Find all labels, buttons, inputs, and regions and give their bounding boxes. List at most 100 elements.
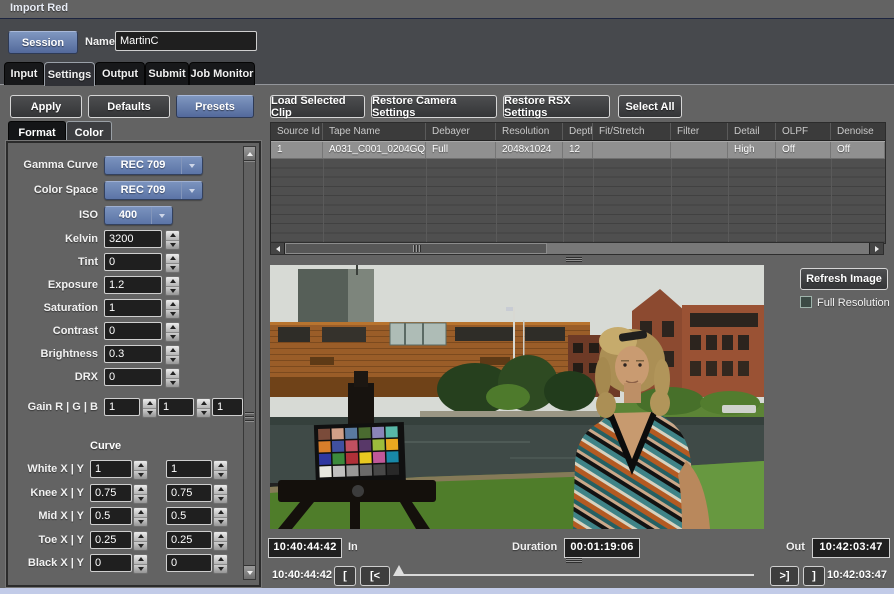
mid-y-stepper[interactable] — [213, 507, 228, 527]
gain-r-stepper[interactable] — [142, 398, 157, 418]
stepper-down-icon[interactable] — [214, 564, 227, 574]
stepper-up-icon[interactable] — [166, 369, 179, 378]
column-header[interactable]: Tape Name — [323, 123, 426, 140]
gain-b-input[interactable] — [212, 398, 243, 416]
stepper-up-icon[interactable] — [166, 231, 179, 240]
mark-in-button[interactable]: [ — [334, 566, 356, 586]
black-x-stepper[interactable] — [133, 554, 148, 574]
exposure-stepper[interactable] — [165, 276, 180, 296]
stepper-down-icon[interactable] — [214, 517, 227, 527]
in-timecode-field[interactable]: 10:40:44:42 — [268, 538, 342, 558]
gain-g-input[interactable] — [158, 398, 194, 416]
scrollbar-thumb[interactable] — [244, 161, 255, 567]
white-x-input[interactable] — [90, 460, 132, 478]
stepper-down-icon[interactable] — [214, 470, 227, 480]
color-space-dropdown[interactable]: REC 709 — [104, 181, 203, 200]
splitter-grip[interactable] — [566, 257, 582, 262]
defaults-button[interactable]: Defaults — [88, 95, 170, 118]
stepper-up-icon[interactable] — [166, 323, 179, 332]
mark-out-button[interactable]: ] — [803, 566, 825, 586]
stepper-down-icon[interactable] — [166, 263, 179, 273]
mid-x-input[interactable] — [90, 507, 132, 525]
stepper-up-icon[interactable] — [214, 532, 227, 541]
stepper-up-icon[interactable] — [143, 399, 156, 408]
session-button[interactable]: Session — [8, 31, 78, 54]
table-row-selected[interactable]: 1 A031_C001_0204GQ Full 2048x1024 12 Hig… — [271, 141, 885, 159]
stepper-down-icon[interactable] — [134, 564, 147, 574]
stepper-up-icon[interactable] — [214, 461, 227, 470]
playhead[interactable] — [393, 565, 405, 576]
panel-scrollbar[interactable] — [243, 146, 256, 580]
saturation-stepper[interactable] — [165, 299, 180, 319]
stepper-down-icon[interactable] — [166, 355, 179, 365]
stepper-down-icon[interactable] — [166, 378, 179, 388]
stepper-down-icon[interactable] — [134, 494, 147, 504]
chevron-down-icon[interactable] — [181, 157, 202, 174]
exposure-input[interactable] — [104, 276, 162, 294]
stepper-down-icon[interactable] — [134, 541, 147, 551]
knee-x-stepper[interactable] — [133, 484, 148, 504]
load-selected-clip-button[interactable]: Load Selected Clip — [270, 95, 365, 118]
stepper-up-icon[interactable] — [134, 532, 147, 541]
tab-job-monitor[interactable]: Job Monitor — [189, 62, 255, 85]
stepper-down-icon[interactable] — [143, 408, 156, 418]
session-name-input[interactable] — [115, 31, 257, 51]
stepper-up-icon[interactable] — [134, 508, 147, 517]
tab-input[interactable]: Input — [4, 62, 44, 85]
toe-x-input[interactable] — [90, 531, 132, 549]
hscrollbar-thumb[interactable] — [285, 243, 547, 254]
stepper-up-icon[interactable] — [134, 485, 147, 494]
black-y-input[interactable] — [166, 554, 212, 572]
restore-camera-settings-button[interactable]: Restore Camera Settings — [371, 95, 497, 118]
stepper-up-icon[interactable] — [166, 277, 179, 286]
iso-dropdown[interactable]: 400 — [104, 206, 173, 225]
tint-stepper[interactable] — [165, 253, 180, 273]
gain-g-stepper[interactable] — [196, 398, 211, 418]
scroll-down-icon[interactable] — [244, 565, 255, 579]
column-header[interactable]: Filter — [671, 123, 728, 140]
tab-settings[interactable]: Settings — [44, 62, 95, 86]
tab-format[interactable]: Format — [8, 121, 66, 143]
black-x-input[interactable] — [90, 554, 132, 572]
contrast-stepper[interactable] — [165, 322, 180, 342]
kelvin-input[interactable] — [104, 230, 162, 248]
black-y-stepper[interactable] — [213, 554, 228, 574]
tint-input[interactable] — [104, 253, 162, 271]
stepper-up-icon[interactable] — [166, 300, 179, 309]
tab-color[interactable]: Color — [66, 121, 112, 143]
scroll-left-icon[interactable] — [271, 243, 285, 254]
knee-y-input[interactable] — [166, 484, 212, 502]
table-hscrollbar[interactable] — [270, 242, 884, 255]
mid-y-input[interactable] — [166, 507, 212, 525]
restore-rsx-settings-button[interactable]: Restore RSX Settings — [503, 95, 610, 118]
white-y-input[interactable] — [166, 460, 212, 478]
white-x-stepper[interactable] — [133, 460, 148, 480]
stepper-down-icon[interactable] — [214, 494, 227, 504]
select-all-button[interactable]: Select All — [618, 95, 682, 118]
go-to-in-button[interactable]: [< — [360, 566, 390, 586]
title-bar[interactable]: Import Red — [0, 0, 894, 19]
timeline-slider[interactable] — [398, 574, 754, 576]
go-to-out-button[interactable]: >] — [770, 566, 799, 586]
stepper-up-icon[interactable] — [166, 254, 179, 263]
full-resolution-checkbox[interactable] — [800, 296, 812, 308]
stepper-up-icon[interactable] — [134, 555, 147, 564]
stepper-down-icon[interactable] — [166, 309, 179, 319]
column-header[interactable]: OLPF — [776, 123, 831, 140]
column-header[interactable]: Denoise — [831, 123, 885, 140]
column-header[interactable]: Resolution — [496, 123, 563, 140]
gain-r-input[interactable] — [104, 398, 140, 416]
column-header[interactable]: Depth — [563, 123, 593, 140]
scroll-right-icon[interactable] — [869, 243, 883, 254]
tab-output[interactable]: Output — [95, 62, 145, 85]
stepper-down-icon[interactable] — [134, 517, 147, 527]
toe-x-stepper[interactable] — [133, 531, 148, 551]
stepper-down-icon[interactable] — [197, 408, 210, 418]
stepper-up-icon[interactable] — [214, 555, 227, 564]
column-header[interactable]: Fit/Stretch — [593, 123, 671, 140]
stepper-down-icon[interactable] — [166, 332, 179, 342]
table-empty-rows[interactable] — [271, 159, 885, 243]
splitter-grip[interactable] — [566, 558, 582, 563]
chevron-down-icon[interactable] — [151, 207, 172, 224]
stepper-up-icon[interactable] — [166, 346, 179, 355]
